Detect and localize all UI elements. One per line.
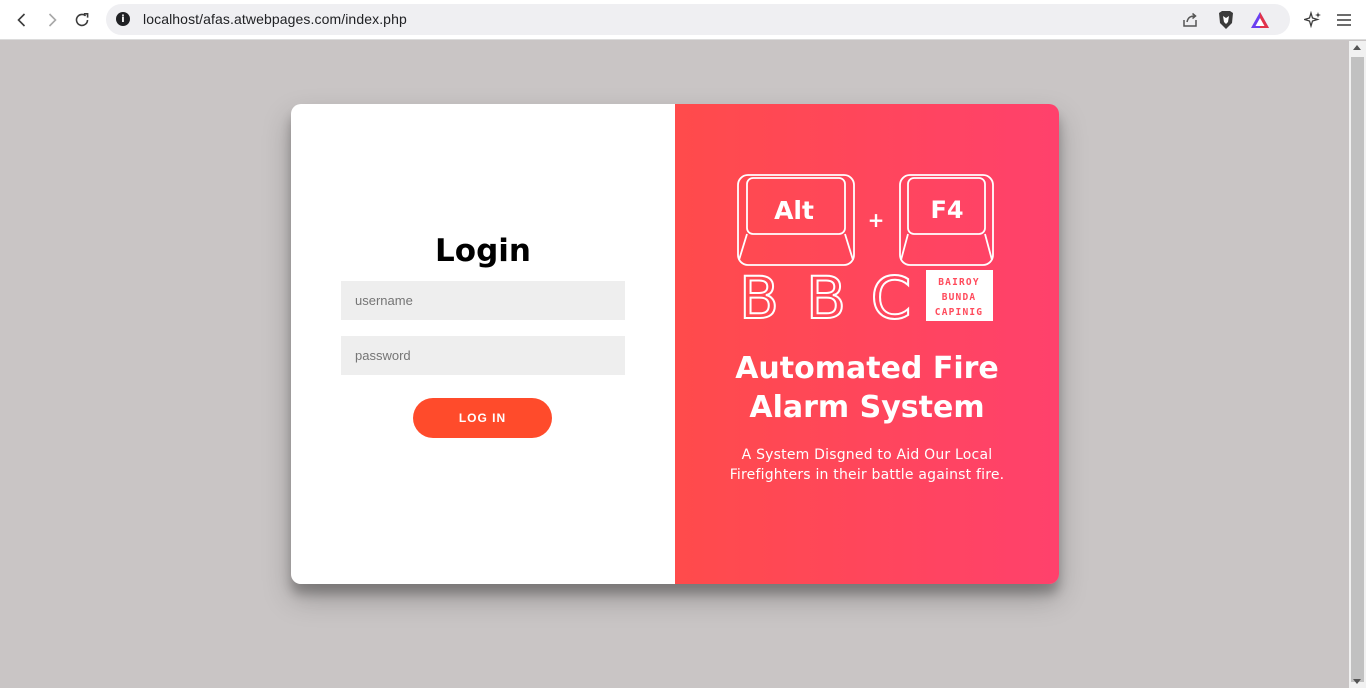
plus-sign: + bbox=[868, 208, 885, 232]
logo-name-2: BUNDA bbox=[942, 292, 977, 303]
password-input[interactable] bbox=[341, 336, 625, 375]
browser-toolbar: i localhost/afas.atwebpages.com/index.ph… bbox=[0, 0, 1366, 40]
logo-name-1: BAIROY bbox=[938, 277, 980, 288]
headline-line-2: Alarm System bbox=[749, 390, 985, 425]
scroll-down-icon[interactable] bbox=[1353, 679, 1361, 684]
info-icon[interactable]: i bbox=[116, 12, 130, 26]
logo-letter-c: C bbox=[871, 264, 912, 324]
promo-tagline: A System Disgned to Aid Our Local Firefi… bbox=[675, 445, 1059, 485]
forward-icon[interactable] bbox=[40, 8, 64, 32]
username-input[interactable] bbox=[341, 281, 625, 320]
reload-icon[interactable] bbox=[70, 8, 94, 32]
promo-panel: Alt + F4 B B C BAIROY BUNDA CAPINIG Auto… bbox=[675, 104, 1059, 584]
scroll-up-icon[interactable] bbox=[1353, 45, 1361, 50]
address-bar[interactable]: i localhost/afas.atwebpages.com/index.ph… bbox=[106, 4, 1290, 35]
scroll-thumb[interactable] bbox=[1351, 57, 1364, 682]
login-panel: Login LOG IN bbox=[291, 104, 675, 584]
back-icon[interactable] bbox=[10, 8, 34, 32]
share-icon[interactable] bbox=[1180, 10, 1200, 30]
headline-line-1: Automated Fire bbox=[735, 351, 999, 386]
logo-name-3: CAPINIG bbox=[935, 307, 983, 318]
logo-letter-b2: B bbox=[806, 264, 846, 324]
vertical-scrollbar[interactable] bbox=[1349, 41, 1366, 688]
tagline-line-1: A System Disgned to Aid Our Local bbox=[741, 447, 993, 463]
menu-icon[interactable] bbox=[1333, 9, 1355, 31]
url-text[interactable]: localhost/afas.atwebpages.com/index.php bbox=[143, 11, 407, 27]
login-button[interactable]: LOG IN bbox=[413, 398, 552, 438]
logo-letter-b1: B bbox=[739, 264, 779, 324]
bbc-logo: Alt + F4 B B C BAIROY BUNDA CAPINIG bbox=[737, 174, 994, 324]
tagline-line-2: Firefighters in their battle against fir… bbox=[729, 467, 1005, 483]
promo-headline: Automated Fire Alarm System bbox=[675, 349, 1059, 427]
f4-key-label: F4 bbox=[930, 196, 963, 224]
brave-rewards-icon[interactable] bbox=[1250, 10, 1270, 30]
leo-ai-icon[interactable] bbox=[1302, 9, 1324, 31]
login-card: Login LOG IN Alt + F4 B B C bbox=[291, 104, 1059, 584]
brave-shield-icon[interactable] bbox=[1216, 10, 1236, 30]
alt-key-label: Alt bbox=[774, 196, 814, 225]
login-title: Login bbox=[435, 233, 531, 269]
